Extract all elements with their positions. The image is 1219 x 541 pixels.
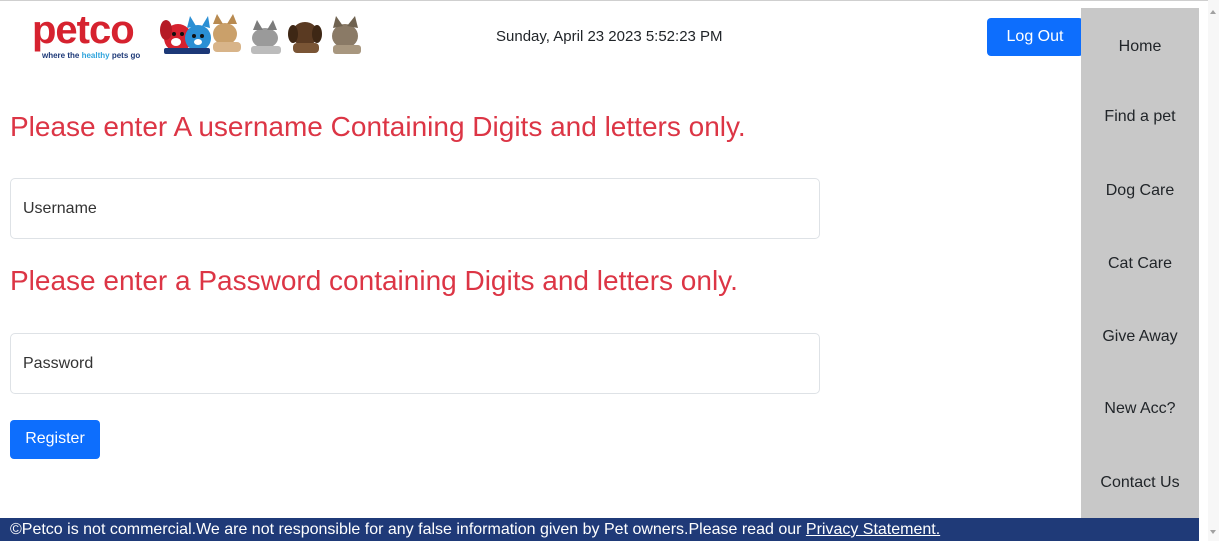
sidebar-item-dog-care[interactable]: Dog Care — [1081, 182, 1199, 200]
username-input[interactable]: Username — [10, 178, 820, 239]
scroll-down-arrow-icon[interactable] — [1210, 530, 1216, 534]
footer: ©Petco is not commercial.We are not resp… — [0, 518, 1199, 541]
username-instruction-heading: Please enter A username Containing Digit… — [10, 111, 746, 142]
sidebar-item-contact-us[interactable]: Contact Us — [1081, 474, 1199, 492]
tagline-part: pets go — [109, 51, 141, 60]
page: petco where the healthy pets go Sunday, … — [0, 0, 1219, 541]
scroll-up-arrow-icon[interactable] — [1210, 10, 1216, 14]
sidebar-item-find-a-pet[interactable]: Find a pet — [1081, 108, 1199, 126]
tagline-highlight: healthy — [81, 51, 110, 60]
sidebar-nav: Home Find a pet Dog Care Cat Care Give A… — [1081, 8, 1199, 518]
sidebar-item-home[interactable]: Home — [1081, 38, 1199, 56]
register-button[interactable]: Register — [10, 420, 100, 459]
logout-button[interactable]: Log Out — [987, 18, 1083, 56]
password-placeholder: Password — [23, 355, 94, 372]
password-input[interactable]: Password — [10, 333, 820, 394]
sidebar-item-give-away[interactable]: Give Away — [1081, 328, 1199, 346]
footer-disclaimer: ©Petco is not commercial.We are not resp… — [10, 521, 806, 538]
privacy-statement-link[interactable]: Privacy Statement. — [806, 521, 940, 538]
password-instruction-heading: Please enter a Password containing Digit… — [10, 265, 738, 296]
logo-wordmark: petco — [32, 8, 135, 52]
pets-group-image — [213, 14, 361, 54]
window-top-border — [0, 0, 1210, 1]
current-datetime: Sunday, April 23 2023 5:52:23 PM — [496, 28, 723, 45]
sidebar-item-cat-care[interactable]: Cat Care — [1081, 255, 1199, 273]
logo-tagline: where the healthy pets go — [42, 51, 140, 60]
tagline-part: where the — [42, 51, 82, 60]
page-scrollbar[interactable] — [1208, 0, 1219, 541]
sidebar-item-new-account[interactable]: New Acc? — [1081, 400, 1199, 418]
username-placeholder: Username — [23, 200, 97, 217]
